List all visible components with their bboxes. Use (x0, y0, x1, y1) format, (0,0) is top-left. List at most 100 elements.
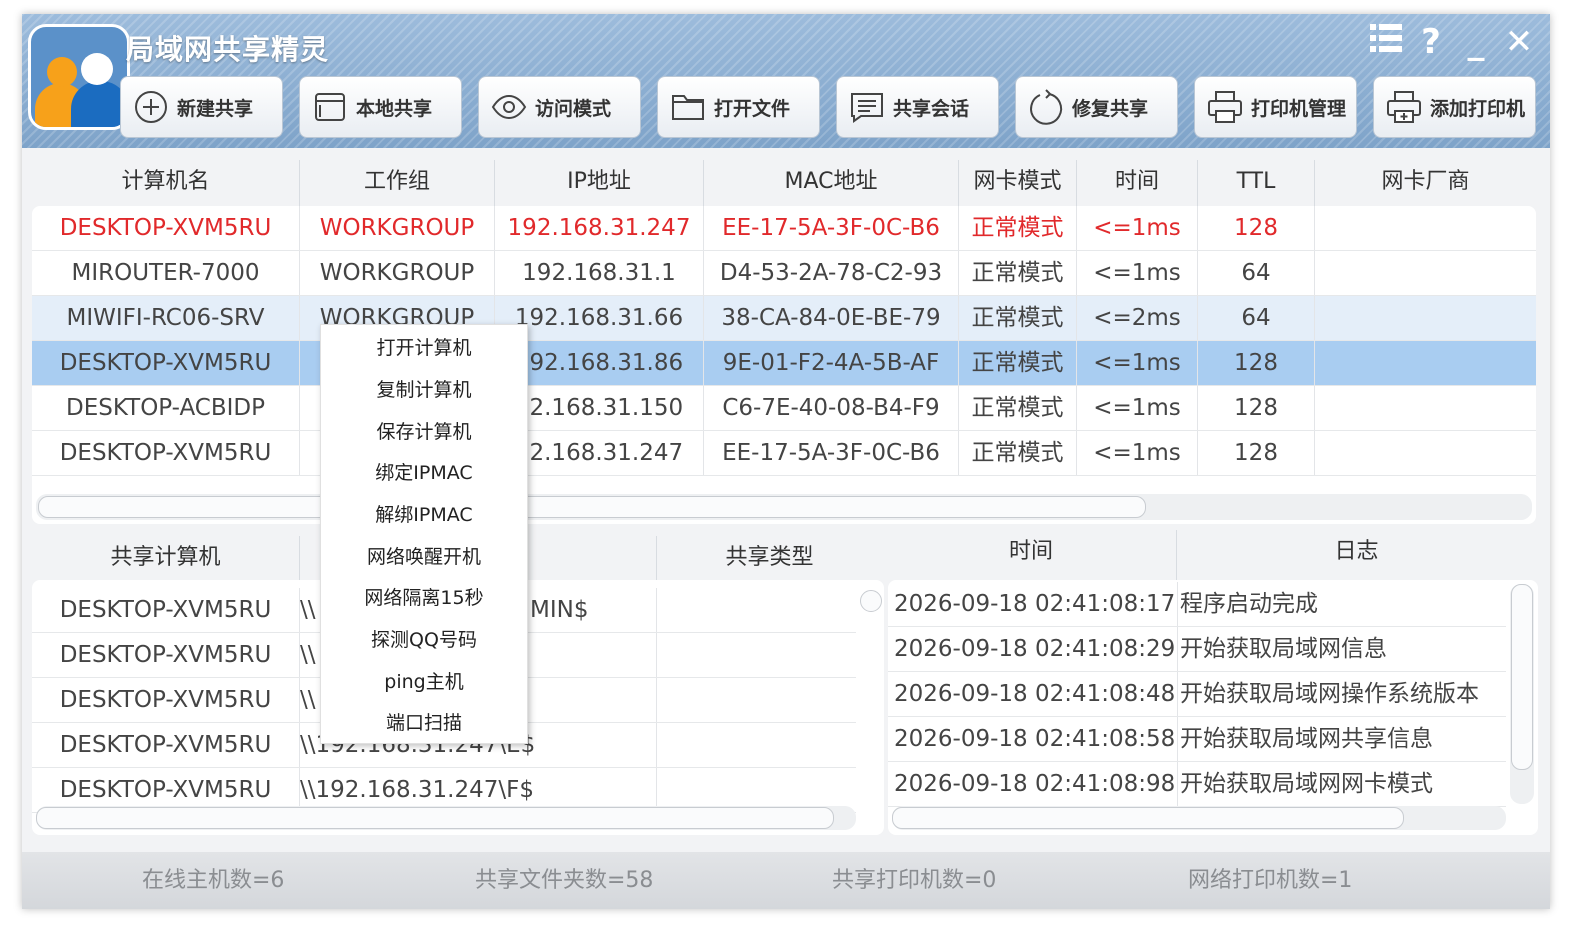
col-share-computer[interactable]: 共享计算机 (32, 528, 299, 588)
table-row[interactable]: DESKTOP-XVM5RU 92.168.31.247 EE-17-5A-3F… (32, 431, 1536, 476)
cell-share-computer: DESKTOP-XVM5RU (59, 732, 272, 758)
cell-ttl: 128 (1234, 215, 1278, 241)
computer-table-hscroll[interactable] (36, 494, 1532, 520)
cell-mode: 正常模式 (971, 350, 1064, 376)
printer-manage-button[interactable]: 打印机管理 (1194, 76, 1357, 138)
table-row[interactable]: MIROUTER-7000 WORKGROUP 192.168.31.1 D4-… (32, 251, 1536, 296)
repair-share-label: 修复共享 (1072, 97, 1149, 120)
cell-vendor (1315, 341, 1536, 385)
local-share-label: 本地共享 (356, 97, 433, 120)
status-shared-printers: 共享打印机数=0 (832, 868, 997, 893)
log-entry[interactable]: 2026-09-18 02:41:08:588 开始获取局域网共享信息 (888, 717, 1506, 762)
table-row[interactable]: DESKTOP-XVM5RU WORKGROUP 192.168.31.247 … (32, 206, 1536, 251)
log-vscroll[interactable] (1510, 584, 1534, 804)
cell-group: WORKGROUP (319, 215, 475, 241)
cell-time: <=2ms (1093, 305, 1181, 331)
log-time: 2026-09-18 02:41:08:588 (894, 726, 1174, 752)
main-window: 局域网共享精灵 ? _ ✕ 新建共享 本地共享 访问模式 打开文件 共享会话 修… (22, 14, 1550, 909)
menu-ping-host[interactable]: ping主机 (321, 662, 527, 703)
menu-copy-computer[interactable]: 复制计算机 (321, 370, 527, 411)
cell-share-type (657, 678, 856, 722)
printer-manage-label: 打印机管理 (1251, 97, 1347, 120)
status-online-hosts: 在线主机数=6 (142, 868, 285, 893)
cell-share-computer: DESKTOP-XVM5RU (59, 597, 272, 623)
cell-name: MIWIFI-RC06-SRV (66, 305, 265, 331)
local-share-button[interactable]: 本地共享 (299, 76, 462, 138)
menu-isolate-15s[interactable]: 网络隔离15秒 (321, 578, 527, 619)
log-entry[interactable]: 2026-09-18 02:41:08:295 开始获取局域网信息 (888, 627, 1506, 672)
cell-vendor (1315, 431, 1536, 475)
col-time[interactable]: 时间 (1077, 152, 1197, 212)
table-row[interactable]: DESKTOP-ACBIDP 92.168.31.150 C6-7E-40-08… (32, 386, 1536, 431)
computer-table-header: 计算机名 工作组 IP地址 MAC地址 网卡模式 时间 TTL 网卡厂商 (32, 152, 1536, 212)
eye-icon (489, 87, 529, 127)
cell-share-computer: DESKTOP-XVM5RU (59, 687, 272, 713)
cell-mac: 9E-01-F2-4A-5B-AF (722, 350, 940, 376)
menu-bind-ipmac[interactable]: 绑定IPMAC (321, 453, 527, 494)
add-printer-icon (1384, 87, 1424, 127)
log-message: 开始获取局域网网卡模式 (1180, 771, 1433, 797)
log-time: 2026-09-18 02:41:08:481 (894, 681, 1174, 707)
scroll-thumb[interactable] (36, 807, 834, 829)
cell-mac: EE-17-5A-3F-0C-B6 (722, 215, 940, 241)
log-panel: 2026-09-18 02:41:08:171 程序启动完成 2026-09-1… (888, 580, 1538, 835)
cell-vendor (1315, 251, 1536, 295)
col-nic-mode[interactable]: 网卡模式 (959, 152, 1076, 212)
cell-group: WORKGROUP (319, 260, 475, 286)
cell-ttl: 64 (1241, 305, 1271, 331)
menu-save-computer[interactable]: 保存计算机 (321, 412, 527, 453)
add-printer-button[interactable]: 添加打印机 (1373, 76, 1536, 138)
share-session-button[interactable]: 共享会话 (836, 76, 999, 138)
table-row-selected[interactable]: DESKTOP-XVM5RU 192.168.31.86 9E-01-F2-4A… (32, 341, 1536, 386)
log-hscroll[interactable] (892, 806, 1506, 830)
close-button[interactable]: ✕ (1500, 22, 1538, 62)
title-bar: 局域网共享精灵 ? _ ✕ 新建共享 本地共享 访问模式 打开文件 共享会话 修… (22, 14, 1550, 148)
access-mode-label: 访问模式 (535, 97, 612, 120)
repair-share-button[interactable]: 修复共享 (1015, 76, 1178, 138)
new-share-button[interactable]: 新建共享 (120, 76, 283, 138)
cell-mode: 正常模式 (971, 440, 1064, 466)
log-entry[interactable]: 2026-09-18 02:41:08:988 开始获取局域网网卡模式 (888, 762, 1506, 807)
access-mode-button[interactable]: 访问模式 (478, 76, 641, 138)
log-entry[interactable]: 2026-09-18 02:41:08:171 程序启动完成 (888, 582, 1506, 627)
app-logo-icon (28, 24, 130, 130)
col-ttl[interactable]: TTL (1198, 152, 1314, 212)
scroll-thumb[interactable] (38, 496, 1146, 518)
col-log-message[interactable]: 日志 (1177, 522, 1536, 582)
vscroll-thumb[interactable] (860, 590, 882, 612)
cell-mode: 正常模式 (971, 305, 1064, 331)
add-printer-label: 添加打印机 (1430, 97, 1526, 120)
table-row[interactable]: MIWIFI-RC06-SRV WORKGROUP 192.168.31.66 … (32, 296, 1536, 341)
open-file-button[interactable]: 打开文件 (657, 76, 820, 138)
col-workgroup[interactable]: 工作组 (300, 152, 494, 212)
col-log-time[interactable]: 时间 (886, 522, 1176, 582)
menu-port-scan[interactable]: 端口扫描 (321, 703, 527, 744)
cell-vendor (1315, 386, 1536, 430)
scroll-thumb[interactable] (1511, 584, 1533, 770)
cell-time: <=1ms (1093, 350, 1181, 376)
help-button[interactable]: ? (1412, 22, 1450, 62)
cell-time: <=1ms (1093, 440, 1181, 466)
cell-ip: 192.168.31.1 (522, 260, 676, 286)
menu-list-icon[interactable] (1367, 22, 1405, 65)
menu-unbind-ipmac[interactable]: 解绑IPMAC (321, 495, 527, 536)
cell-vendor (1315, 206, 1536, 250)
status-shared-folders: 共享文件夹数=58 (475, 868, 654, 893)
menu-open-computer[interactable]: 打开计算机 (321, 328, 527, 369)
shares-hscroll[interactable] (36, 806, 856, 830)
log-entry[interactable]: 2026-09-18 02:41:08:481 开始获取局域网操作系统版本 (888, 672, 1506, 717)
col-mac[interactable]: MAC地址 (704, 152, 958, 212)
menu-detect-qq[interactable]: 探测QQ号码 (321, 620, 527, 661)
menu-wake-on-lan[interactable]: 网络唤醒开机 (321, 537, 527, 578)
printer-icon (1205, 87, 1245, 127)
col-share-type[interactable]: 共享类型 (657, 528, 882, 588)
col-ip[interactable]: IP地址 (495, 152, 703, 212)
col-vendor[interactable]: 网卡厂商 (1315, 152, 1536, 212)
cell-mode: 正常模式 (971, 395, 1064, 421)
scroll-thumb[interactable] (892, 807, 1404, 829)
minimize-button[interactable]: _ (1457, 22, 1495, 62)
col-computer-name[interactable]: 计算机名 (32, 152, 299, 212)
cell-time: <=1ms (1093, 260, 1181, 286)
cell-name: DESKTOP-XVM5RU (59, 440, 272, 466)
log-message: 开始获取局域网操作系统版本 (1180, 681, 1479, 707)
